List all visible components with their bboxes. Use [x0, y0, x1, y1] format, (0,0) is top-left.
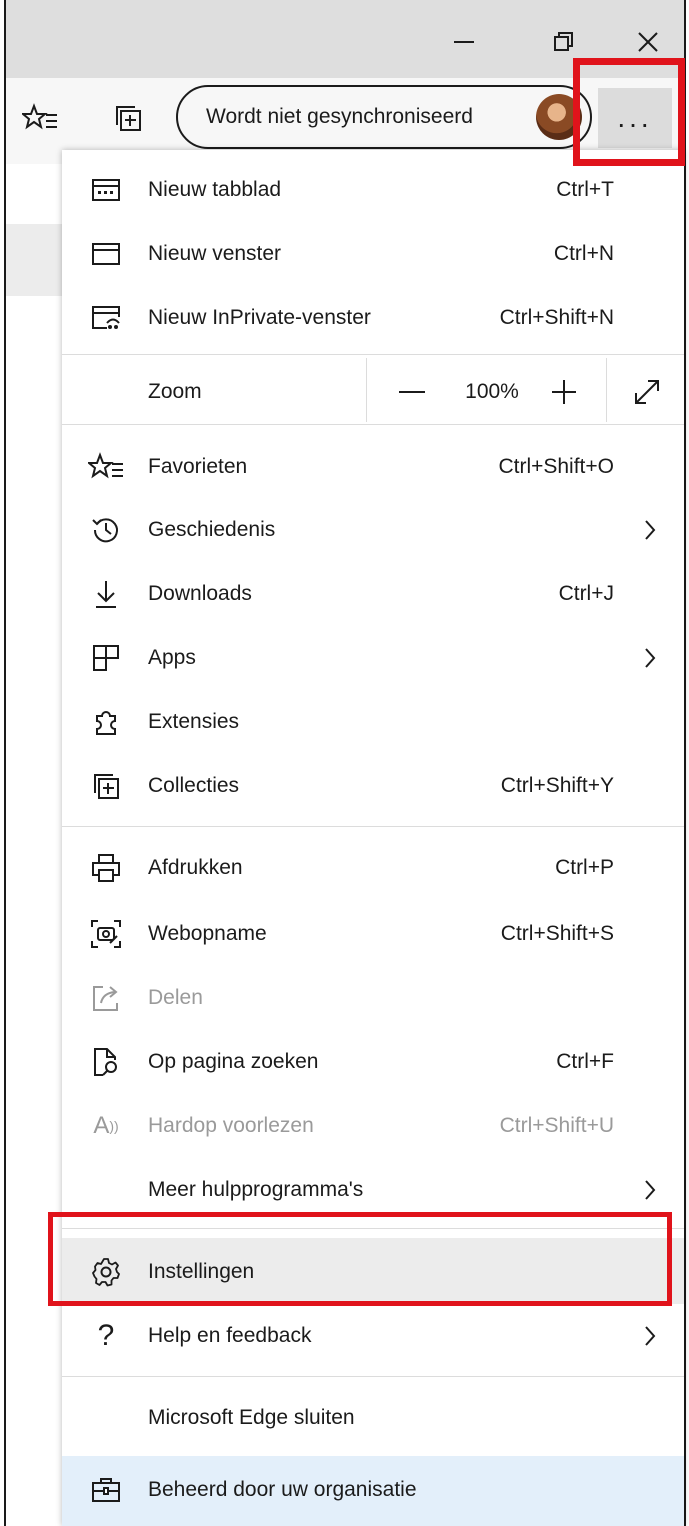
menu-item-shortcut: Ctrl+N — [553, 242, 614, 265]
collections-icon — [88, 768, 124, 804]
help-icon: ? — [97, 1319, 115, 1352]
zoom-label: Zoom — [148, 380, 202, 403]
menu-item-label: Beheerd door uw organisatie — [148, 1478, 417, 1501]
menu-item-label: Help en feedback — [148, 1324, 312, 1347]
minimize-icon[interactable] — [436, 14, 492, 70]
menu-divider — [62, 826, 684, 827]
menu-item-apps[interactable]: Apps — [62, 626, 684, 690]
extensions-icon — [88, 704, 124, 740]
menu-item-help[interactable]: ? Help en feedback — [62, 1304, 684, 1368]
print-icon — [88, 850, 124, 886]
menu-item-shortcut: Ctrl+Shift+U — [499, 1114, 614, 1137]
menu-item-managed[interactable]: Beheerd door uw organisatie — [62, 1458, 684, 1522]
menu-item-label: Meer hulpprogramma's — [148, 1178, 364, 1201]
menu-item-print[interactable]: Afdrukken Ctrl+P — [62, 836, 684, 900]
apps-icon — [88, 640, 124, 676]
menu-item-label: Microsoft Edge sluiten — [148, 1406, 355, 1429]
menu-item-shortcut: Ctrl+P — [555, 856, 614, 879]
menu-item-inprivate[interactable]: Nieuw InPrivate-venster Ctrl+Shift+N — [62, 286, 684, 350]
menu-item-label: Nieuw venster — [148, 242, 282, 265]
menu-item-label: Op pagina zoeken — [148, 1050, 319, 1073]
annotation-highlight-box — [48, 1212, 672, 1306]
menu-item-shortcut: Ctrl+J — [558, 582, 614, 605]
download-icon — [88, 576, 124, 612]
chevron-right-icon — [640, 1321, 660, 1351]
menu-item-label: Afdrukken — [148, 856, 243, 879]
menu-item-share[interactable]: Delen — [62, 966, 684, 1030]
menu-item-favorites[interactable]: Favorieten Ctrl+Shift+O — [62, 435, 684, 499]
menu-item-shortcut: Ctrl+Shift+Y — [500, 774, 614, 797]
zoom-value: 100% — [465, 380, 519, 403]
menu-item-label: Extensies — [148, 710, 240, 733]
profile-button[interactable]: Wordt niet gesynchroniseerd — [176, 85, 592, 149]
menu-item-shortcut: Ctrl+Shift+S — [500, 922, 614, 945]
history-icon — [88, 512, 124, 548]
menu-item-label: Favorieten — [148, 455, 248, 478]
menu-item-close-edge[interactable]: Microsoft Edge sluiten — [62, 1386, 684, 1450]
menu-item-shortcut: Ctrl+Shift+N — [499, 306, 614, 329]
read-aloud-icon: A)) — [93, 1112, 119, 1139]
menu-item-label: Webopname — [148, 922, 267, 945]
chevron-right-icon — [640, 1175, 660, 1205]
zoom-out-button[interactable] — [384, 368, 440, 416]
menu-item-shortcut: Ctrl+F — [556, 1050, 614, 1073]
chevron-right-icon — [640, 643, 660, 673]
menu-item-history[interactable]: Geschiedenis — [62, 498, 684, 562]
web-capture-icon — [88, 916, 124, 952]
menu-divider — [62, 1376, 684, 1377]
menu-item-new-window[interactable]: Nieuw venster Ctrl+N — [62, 222, 684, 286]
menu-item-label: Collecties — [148, 774, 240, 797]
menu-divider — [62, 354, 684, 355]
chevron-right-icon — [640, 515, 660, 545]
annotation-highlight-box — [573, 58, 685, 166]
new-tab-icon — [88, 172, 124, 208]
zoom-in-button[interactable] — [536, 368, 592, 416]
zoom-divider — [606, 358, 607, 422]
new-window-icon — [88, 236, 124, 272]
menu-item-label: Delen — [148, 986, 203, 1009]
profile-sync-label: Wordt niet gesynchroniseerd — [206, 105, 473, 128]
menu-item-label: Geschiedenis — [148, 518, 276, 541]
collections-icon[interactable] — [106, 96, 150, 140]
fullscreen-icon[interactable] — [622, 368, 672, 416]
menu-item-find-on-page[interactable]: Op pagina zoeken Ctrl+F — [62, 1030, 684, 1094]
menu-item-new-tab[interactable]: Nieuw tabblad Ctrl+T — [62, 158, 684, 222]
menu-item-extensions[interactable]: Extensies — [62, 690, 684, 754]
menu-item-label: Hardop voorlezen — [148, 1114, 314, 1137]
favorites-icon — [88, 449, 124, 485]
menu-item-label: Downloads — [148, 582, 252, 605]
menu-divider — [62, 424, 684, 425]
menu-item-collections[interactable]: Collecties Ctrl+Shift+Y — [62, 754, 684, 818]
page-background — [6, 224, 66, 296]
menu-item-label: Apps — [148, 646, 196, 669]
menu-item-label: Nieuw tabblad — [148, 178, 282, 201]
menu-item-shortcut: Ctrl+T — [556, 178, 614, 201]
menu-item-downloads[interactable]: Downloads Ctrl+J — [62, 562, 684, 626]
menu-item-label: Nieuw InPrivate-venster — [148, 306, 371, 329]
favorites-star-icon[interactable] — [18, 96, 62, 140]
briefcase-icon — [88, 1472, 124, 1508]
find-on-page-icon — [88, 1044, 124, 1080]
inprivate-icon — [88, 300, 124, 336]
zoom-divider — [366, 358, 367, 422]
menu-item-read-aloud[interactable]: A)) Hardop voorlezen Ctrl+Shift+U — [62, 1094, 684, 1158]
share-icon — [88, 980, 124, 1016]
menu-item-shortcut: Ctrl+Shift+O — [498, 455, 614, 478]
menu-item-web-capture[interactable]: Webopname Ctrl+Shift+S — [62, 902, 684, 966]
